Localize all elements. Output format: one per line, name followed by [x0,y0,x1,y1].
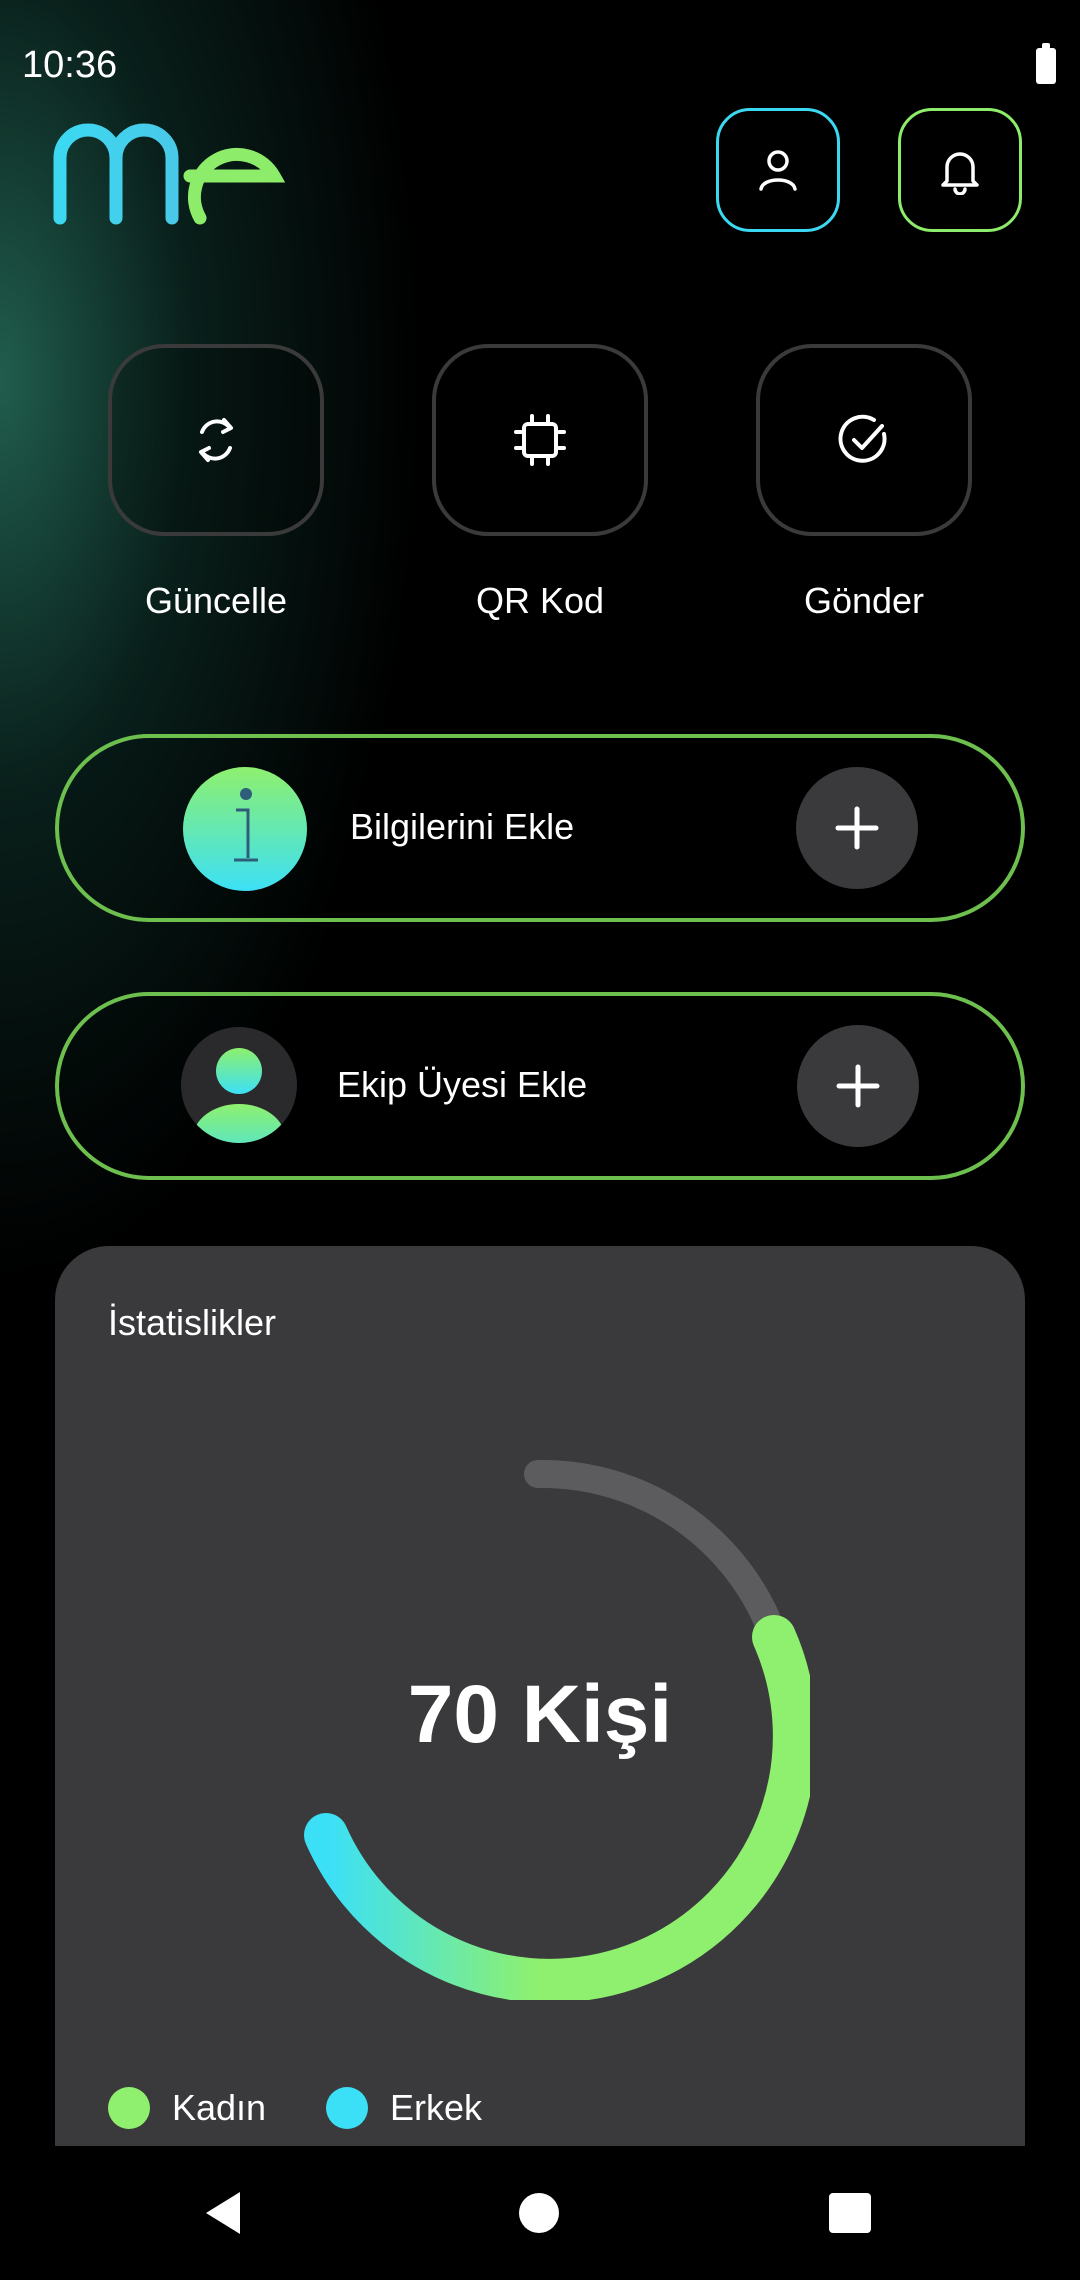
qr-code-label: QR Kod [475,580,605,621]
legend-kadin-dot [108,2087,150,2129]
chip-icon [514,414,566,466]
add-info-label: Bilgilerini Ekle [350,806,575,847]
plus-icon [836,1064,880,1108]
add-info-button[interactable] [796,767,918,889]
send-button[interactable] [756,344,972,536]
update-button[interactable] [108,344,324,536]
me-logo-icon [53,123,286,225]
update-label: Güncelle [144,580,288,621]
status-time: 10:36 [22,44,118,86]
add-team-member-button[interactable] [797,1025,919,1147]
profile-button[interactable] [716,108,840,232]
add-team-member-label: Ekip Üyesi Ekle [337,1064,588,1105]
refresh-icon [199,418,233,462]
home-icon[interactable] [519,2193,559,2233]
plus-icon [835,806,879,850]
back-icon[interactable] [200,2190,246,2236]
recents-icon[interactable] [829,2193,871,2233]
legend-kadin-label: Kadın [172,2087,267,2128]
ring-track [524,1459,788,1651]
user-icon [759,150,797,191]
info-icon [183,767,307,891]
check-circle-icon [838,414,887,463]
send-label: Gönder [803,580,925,621]
notifications-button[interactable] [898,108,1022,232]
team-member-icon [181,1027,297,1143]
battery-icon [1036,43,1056,84]
legend-erkek-label: Erkek [390,2087,483,2128]
total-people-value: 70 Kişi [407,1669,673,1760]
statistics-title: İstatislikler [108,1302,277,1343]
bell-icon [941,152,979,195]
legend-erkek-dot [326,2087,368,2129]
qr-code-button[interactable] [432,344,648,536]
